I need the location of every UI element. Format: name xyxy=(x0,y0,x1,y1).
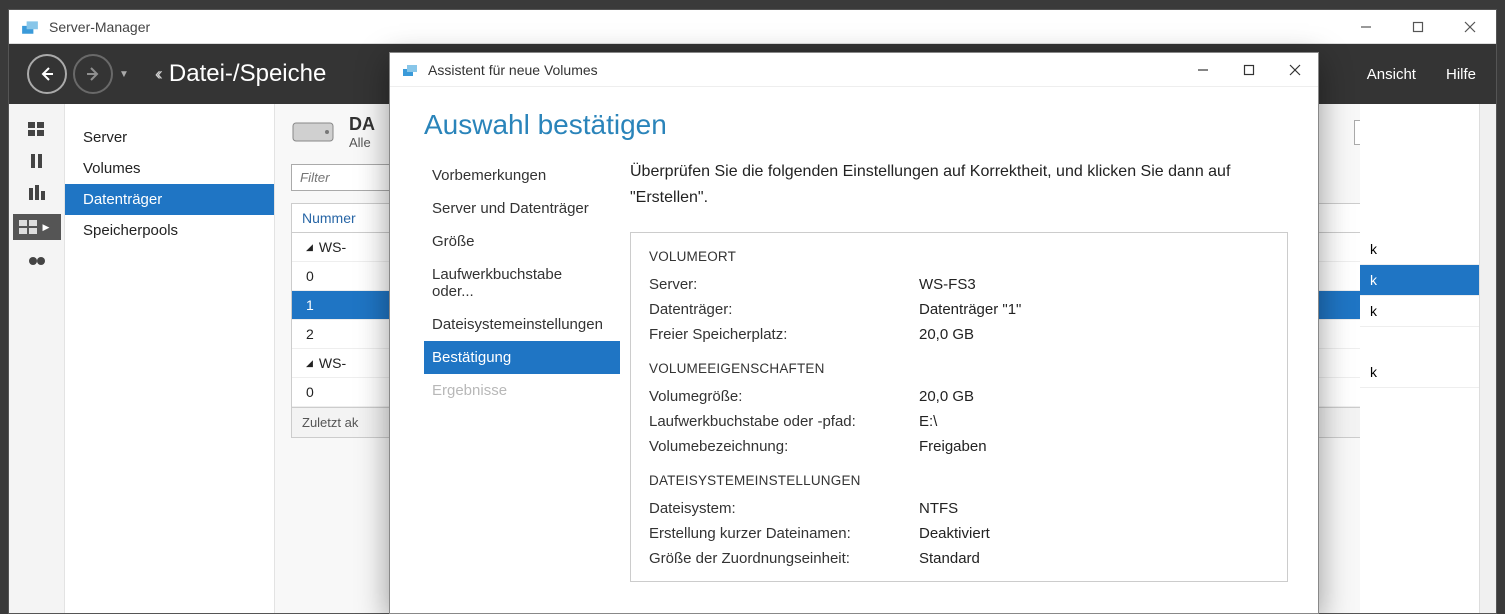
right-label[interactable]: k xyxy=(1360,357,1480,388)
label-free-space: Freier Speicherplatz: xyxy=(649,326,919,343)
wizard-minimize-button[interactable] xyxy=(1180,53,1226,87)
new-volume-wizard: Assistent für neue Volumes Auswahl bestä… xyxy=(389,52,1319,614)
collapse-icon: ◢ xyxy=(306,242,313,253)
value-drive-letter: E:\ xyxy=(919,413,937,430)
collapse-icon: ◢ xyxy=(306,358,313,369)
right-label[interactable]: k xyxy=(1360,296,1480,327)
section-volume-properties: VOLUMEEIGENSCHAFTEN xyxy=(649,361,1269,376)
rail-iis-icon[interactable] xyxy=(21,250,53,272)
right-label[interactable]: k xyxy=(1360,265,1480,296)
wizard-icon xyxy=(402,62,418,78)
nav-storage-pools[interactable]: Speicherpools xyxy=(65,215,274,246)
section-volume-location: VOLUMEORT xyxy=(649,249,1269,264)
forward-button[interactable] xyxy=(73,54,113,94)
server-manager-icon xyxy=(21,18,39,36)
panel-title: DA xyxy=(349,114,375,135)
value-server: WS-FS3 xyxy=(919,276,976,293)
menu-view[interactable]: Ansicht xyxy=(1367,66,1416,83)
menu-help[interactable]: Hilfe xyxy=(1446,66,1476,83)
value-filesystem: NTFS xyxy=(919,500,958,517)
right-column: k k k k xyxy=(1360,104,1480,613)
value-volume-size: 20,0 GB xyxy=(919,388,974,405)
expand-icon: ▶ xyxy=(43,222,50,233)
step-server-disk[interactable]: Server und Datenträger xyxy=(424,192,620,225)
window-title: Server-Manager xyxy=(49,19,1340,35)
step-filesystem[interactable]: Dateisystemeinstellungen xyxy=(424,308,620,341)
step-size[interactable]: Größe xyxy=(424,225,620,258)
value-disk: Datenträger "1" xyxy=(919,301,1021,318)
wizard-title: Assistent für neue Volumes xyxy=(428,62,1180,78)
rail-local-server-icon[interactable] xyxy=(21,150,53,172)
rail-file-storage-icon[interactable]: ▶ xyxy=(13,214,61,240)
step-drive-letter[interactable]: Laufwerkbuchstabe oder... xyxy=(424,258,620,308)
side-nav: Server Volumes Datenträger Speicherpools xyxy=(65,104,275,613)
label-server: Server: xyxy=(649,276,919,293)
disk-icon xyxy=(291,119,335,145)
nav-dropdown-icon[interactable]: ▼ xyxy=(119,69,129,80)
confirmation-box: VOLUMEORT Server:WS-FS3 Datenträger:Date… xyxy=(630,232,1288,582)
section-filesystem: DATEISYSTEMEINSTELLUNGEN xyxy=(649,473,1269,488)
step-confirmation[interactable]: Bestätigung xyxy=(424,341,620,374)
label-disk: Datenträger: xyxy=(649,301,919,318)
nav-server[interactable]: Server xyxy=(65,122,274,153)
close-button[interactable] xyxy=(1444,10,1496,44)
value-allocation-size: Standard xyxy=(919,550,980,567)
label-volume-label: Volumebezeichnung: xyxy=(649,438,919,455)
wizard-maximize-button[interactable] xyxy=(1226,53,1272,87)
breadcrumb-caret-icon: ‹‹ xyxy=(155,64,159,85)
wizard-close-button[interactable] xyxy=(1272,53,1318,87)
value-free-space: 20,0 GB xyxy=(919,326,974,343)
maximize-button[interactable] xyxy=(1392,10,1444,44)
step-intro[interactable]: Vorbemerkungen xyxy=(424,159,620,192)
wizard-steps: Vorbemerkungen Server und Datenträger Gr… xyxy=(390,159,620,613)
nav-disks[interactable]: Datenträger xyxy=(65,184,274,215)
value-short-names: Deaktiviert xyxy=(919,525,990,542)
step-results: Ergebnisse xyxy=(424,374,620,407)
rail-all-servers-icon[interactable] xyxy=(21,182,53,204)
icon-rail: ▶ xyxy=(9,104,65,613)
panel-subtitle: Alle xyxy=(349,135,375,150)
label-volume-size: Volumegröße: xyxy=(649,388,919,405)
value-volume-label: Freigaben xyxy=(919,438,987,455)
wizard-titlebar: Assistent für neue Volumes xyxy=(390,53,1318,87)
wizard-heading: Auswahl bestätigen xyxy=(390,87,1318,159)
label-drive-letter: Laufwerkbuchstabe oder -pfad: xyxy=(649,413,919,430)
label-short-names: Erstellung kurzer Dateinamen: xyxy=(649,525,919,542)
back-button[interactable] xyxy=(27,54,67,94)
rail-dashboard-icon[interactable] xyxy=(21,118,53,140)
nav-volumes[interactable]: Volumes xyxy=(65,153,274,184)
minimize-button[interactable] xyxy=(1340,10,1392,44)
right-label[interactable]: k xyxy=(1360,234,1480,265)
wizard-instruction: Überprüfen Sie die folgenden Einstellung… xyxy=(630,159,1288,210)
breadcrumb[interactable]: Datei-/Speiche xyxy=(169,60,326,88)
titlebar: Server-Manager xyxy=(9,10,1496,44)
label-allocation-size: Größe der Zuordnungseinheit: xyxy=(649,550,919,567)
label-filesystem: Dateisystem: xyxy=(649,500,919,517)
wizard-content: Überprüfen Sie die folgenden Einstellung… xyxy=(620,159,1318,613)
